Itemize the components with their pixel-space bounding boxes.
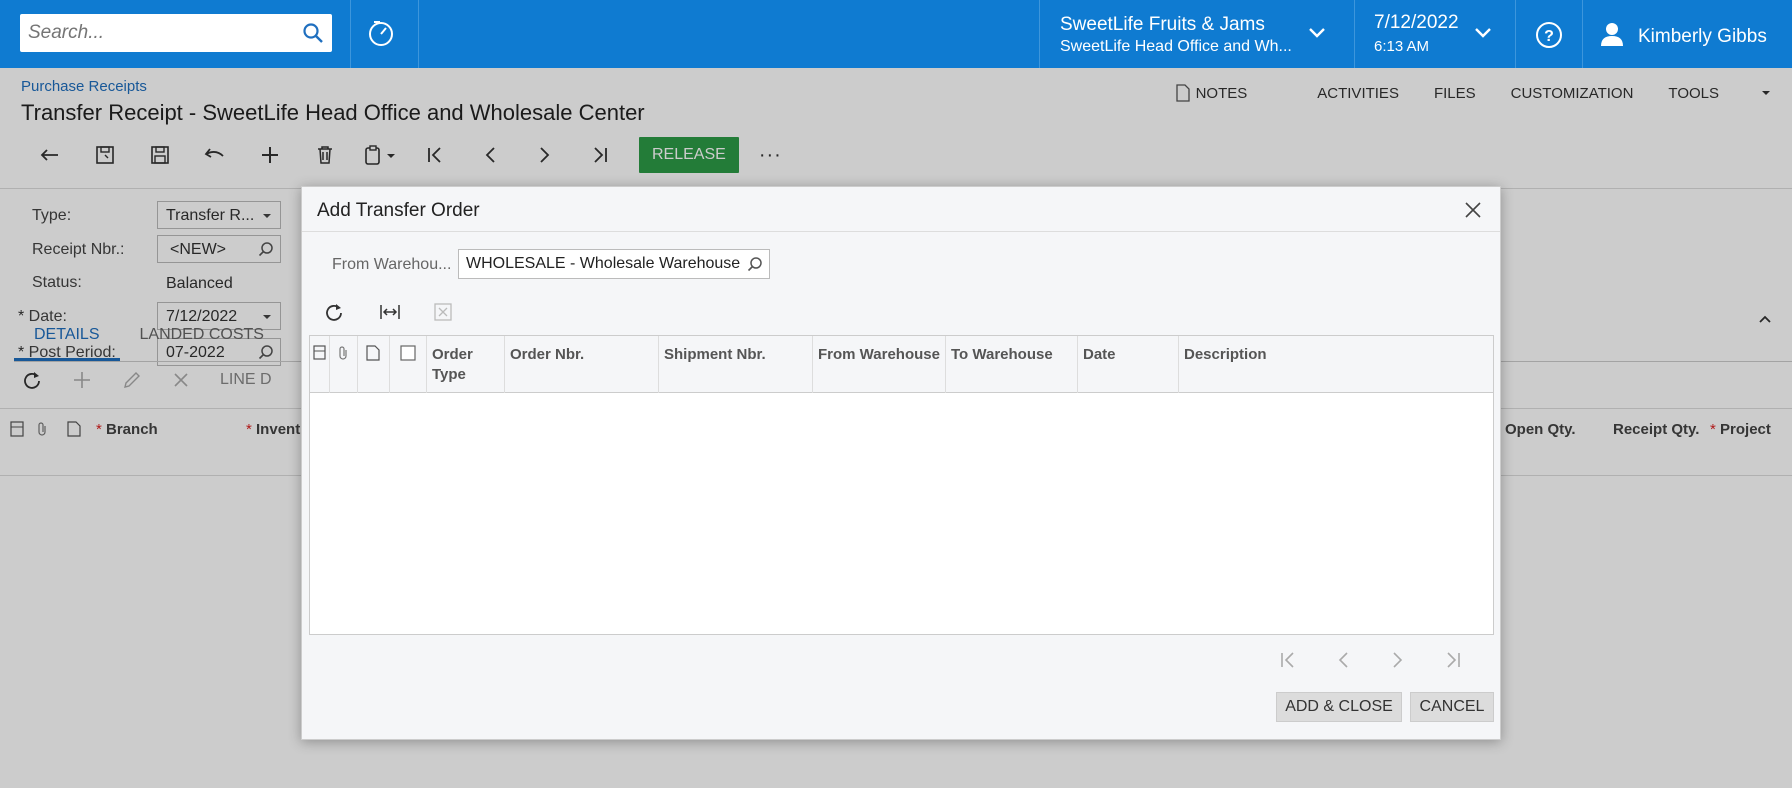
user-name: Kimberly Gibbs [1638, 25, 1767, 47]
export-excel-icon[interactable] [434, 303, 489, 321]
branch-name: SweetLife Head Office and Wh... [1060, 38, 1292, 55]
divider [1039, 0, 1040, 68]
previous-page-icon[interactable] [1315, 651, 1370, 669]
from-warehouse-input[interactable] [459, 250, 741, 278]
add-transfer-order-dialog: Add Transfer Order From Warehou... Order… [301, 186, 1501, 740]
chevron-down-icon[interactable] [1473, 26, 1493, 45]
close-icon[interactable] [1464, 201, 1482, 224]
user-icon [1598, 20, 1626, 53]
note-icon [358, 336, 390, 393]
divider [1354, 0, 1355, 68]
dialog-title: Add Transfer Order [317, 200, 480, 221]
top-navigation-bar: SweetLife Fruits & Jams SweetLife Head O… [0, 0, 1792, 68]
grid-pager [1260, 651, 1480, 669]
recent-history-icon[interactable] [366, 18, 396, 53]
divider [1582, 0, 1583, 68]
fit-columns-icon[interactable] [379, 303, 434, 321]
business-date: 7/12/2022 [1374, 12, 1459, 33]
company-name: SweetLife Fruits & Jams [1060, 14, 1265, 35]
last-page-icon[interactable] [1425, 651, 1480, 669]
add-and-close-button[interactable]: ADD & CLOSE [1276, 692, 1402, 722]
search-icon[interactable] [302, 22, 324, 49]
svg-text:?: ? [1544, 28, 1554, 45]
transfer-orders-grid: Order Type Order Nbr. Shipment Nbr. From… [309, 335, 1494, 635]
col-description[interactable]: Description [1179, 336, 1493, 393]
col-to-warehouse[interactable]: To Warehouse [946, 336, 1078, 393]
global-search[interactable] [20, 14, 332, 52]
cancel-button[interactable]: CANCEL [1410, 692, 1494, 722]
business-time: 6:13 AM [1374, 38, 1430, 55]
divider [1515, 0, 1516, 68]
business-date-selector[interactable]: 7/12/2022 6:13 AM [1374, 12, 1459, 55]
next-page-icon[interactable] [1370, 651, 1425, 669]
first-page-icon[interactable] [1260, 651, 1315, 669]
col-from-warehouse[interactable]: From Warehouse [813, 336, 946, 393]
col-shipment-nbr[interactable]: Shipment Nbr. [659, 336, 813, 393]
chevron-down-icon[interactable] [1307, 26, 1327, 45]
refresh-icon[interactable] [324, 302, 379, 322]
lookup-icon[interactable] [747, 256, 763, 277]
col-date[interactable]: Date [1078, 336, 1179, 393]
search-input[interactable] [20, 14, 290, 52]
grid-header: Order Type Order Nbr. Shipment Nbr. From… [310, 336, 1493, 393]
company-selector[interactable]: SweetLife Fruits & Jams SweetLife Head O… [1060, 14, 1300, 56]
user-menu[interactable]: Kimberly Gibbs [1598, 20, 1767, 53]
from-warehouse-label: From Warehou... [332, 256, 452, 273]
help-icon[interactable]: ? [1535, 21, 1563, 54]
col-order-nbr[interactable]: Order Nbr. [505, 336, 659, 393]
attachment-icon [330, 336, 358, 393]
divider [350, 0, 351, 68]
select-all-checkbox[interactable] [390, 336, 427, 393]
dialog-grid-toolbar [324, 302, 489, 322]
col-order-type[interactable]: Order Type [427, 336, 505, 393]
from-warehouse-field[interactable] [458, 249, 770, 279]
dialog-header: Add Transfer Order [302, 187, 1500, 232]
divider [418, 0, 419, 68]
row-status-icon [310, 336, 330, 393]
